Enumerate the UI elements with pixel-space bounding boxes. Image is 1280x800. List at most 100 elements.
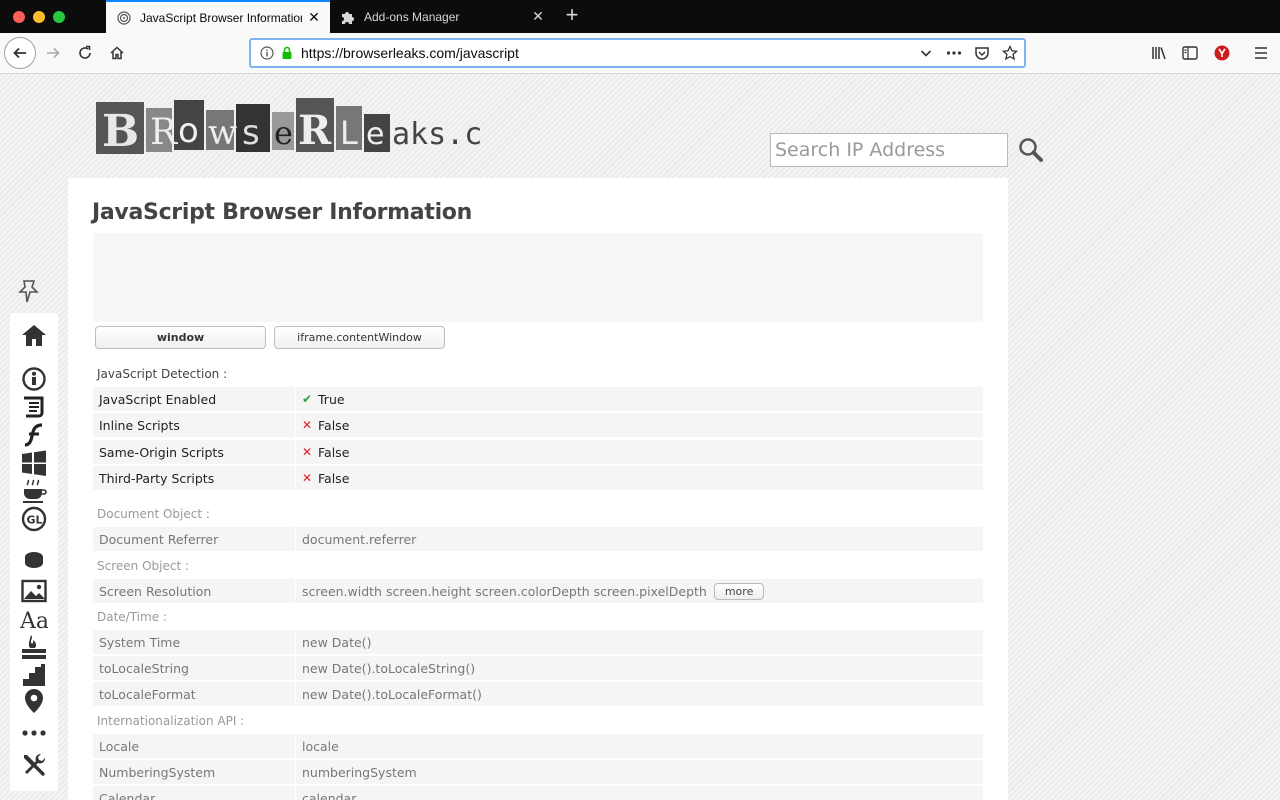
extension-button[interactable] <box>1207 38 1237 68</box>
ip-search-box <box>770 133 1043 167</box>
menu-button[interactable] <box>1246 38 1276 68</box>
row-value-text: False <box>318 444 350 460</box>
row-value-text: False <box>318 417 350 433</box>
cross-icon: ✕ <box>302 445 313 459</box>
row-value: numberingSystem <box>302 764 417 780</box>
svg-text:GL: GL <box>27 514 43 527</box>
section-javascript-detection: JavaScript Detection : <box>97 367 228 381</box>
table-row: toLocaleString new Date().toLocaleString… <box>93 656 983 680</box>
browserleaks-logo[interactable]: B R o w s e R L e aks.com <box>96 96 482 158</box>
row-value-text: screen.width screen.height screen.colorD… <box>302 583 707 599</box>
forward-button[interactable] <box>38 38 68 68</box>
row-key: Locale <box>93 734 296 758</box>
staircase-icon[interactable] <box>20 661 48 689</box>
svg-text:L: L <box>340 114 358 152</box>
svg-text:w: w <box>208 113 237 153</box>
webgl-icon[interactable]: GL <box>20 505 48 533</box>
java-cup-icon[interactable] <box>20 477 48 505</box>
window-close-button[interactable] <box>13 11 25 23</box>
row-key: JavaScript Enabled <box>93 387 296 411</box>
canvas-icon[interactable] <box>20 549 48 577</box>
main-content: JavaScript Browser Information window if… <box>68 178 1008 800</box>
font-icon[interactable]: Aa <box>20 605 48 633</box>
row-key: toLocaleString <box>93 656 296 680</box>
row-value: locale <box>302 738 339 754</box>
extension-y-icon <box>1214 45 1230 61</box>
row-key: Screen Resolution <box>93 579 296 603</box>
svg-text:aks.com: aks.com <box>392 117 482 152</box>
table-row: Third-Party Scripts ✕ False <box>93 466 983 490</box>
script-scroll-icon[interactable] <box>20 393 48 421</box>
sidebar-icon <box>1182 46 1198 60</box>
info-icon[interactable] <box>257 43 277 63</box>
url-text[interactable]: https://browserleaks.com/javascript <box>301 45 912 61</box>
search-icon[interactable] <box>1018 134 1044 166</box>
row-key: Same-Origin Scripts <box>93 440 296 464</box>
row-value: new Date().toLocaleFormat() <box>302 686 482 702</box>
back-button[interactable] <box>4 37 36 69</box>
row-value: ✕ False <box>296 413 349 437</box>
window-zoom-button[interactable] <box>53 11 65 23</box>
row-value: ✕ False <box>296 466 349 490</box>
reload-button[interactable] <box>70 38 100 68</box>
pin-icon[interactable] <box>16 277 44 305</box>
row-key: Calendar <box>93 786 296 800</box>
tab-strip: JavaScript Browser Information ✕ Add-ons… <box>0 0 1280 33</box>
row-value: ✔ True <box>296 387 345 411</box>
reload-icon <box>79 45 91 59</box>
new-tab-button[interactable]: + <box>560 4 584 28</box>
row-key: System Time <box>93 630 296 654</box>
svg-text:B: B <box>102 106 139 157</box>
tab-close-icon[interactable]: ✕ <box>302 10 326 26</box>
row-value: calendar <box>302 790 357 800</box>
row-value-text: True <box>318 391 345 407</box>
firewall-icon[interactable] <box>20 633 48 661</box>
tools-icon[interactable] <box>20 751 48 779</box>
windows-icon[interactable] <box>20 449 48 477</box>
location-pin-icon[interactable] <box>20 687 48 715</box>
flash-icon[interactable] <box>20 421 48 449</box>
ip-search-input[interactable] <box>771 134 1018 166</box>
row-value: ✕ False <box>296 440 349 464</box>
table-row: Inline Scripts ✕ False <box>93 413 983 437</box>
tab-close-icon[interactable]: ✕ <box>526 9 550 25</box>
tab-javascript-info[interactable]: JavaScript Browser Information ✕ <box>106 0 330 33</box>
home-icon <box>110 46 124 60</box>
info-circle-icon[interactable] <box>20 365 48 393</box>
svg-text:Aa: Aa <box>20 609 48 631</box>
tab-window[interactable]: window <box>95 326 266 349</box>
home-icon[interactable] <box>20 321 48 349</box>
hamburger-icon <box>1255 47 1267 59</box>
svg-text:e: e <box>274 114 293 152</box>
tab-title: Add-ons Manager <box>364 9 460 24</box>
row-key: Third-Party Scripts <box>93 466 296 490</box>
chevron-down-icon[interactable] <box>912 41 940 65</box>
sidebar-toggle-button[interactable] <box>1175 38 1205 68</box>
pocket-icon[interactable] <box>968 41 996 65</box>
row-key: toLocaleFormat <box>93 682 296 706</box>
cross-icon: ✕ <box>302 471 313 485</box>
section-screen-object: Screen Object : <box>97 559 190 573</box>
window-minimize-button[interactable] <box>33 11 45 23</box>
row-value: document.referrer <box>302 531 417 547</box>
more-button[interactable]: more <box>713 582 765 600</box>
table-row: Calendar calendar <box>93 786 983 800</box>
tools-sidebar: GL Aa <box>10 313 58 791</box>
tab-iframe-content-window[interactable]: iframe.contentWindow <box>274 326 445 349</box>
library-button[interactable] <box>1144 38 1174 68</box>
table-row: Same-Origin Scripts ✕ False <box>93 440 983 464</box>
bookmark-star-icon[interactable] <box>996 41 1024 65</box>
nav-bar: https://browserleaks.com/javascript <box>0 33 1280 74</box>
lock-icon[interactable] <box>277 43 297 63</box>
tab-addons-manager[interactable]: Add-ons Manager ✕ <box>330 0 554 33</box>
image-icon[interactable] <box>20 577 48 605</box>
home-button[interactable] <box>102 38 132 68</box>
table-row: Screen Resolution screen.width screen.he… <box>93 579 983 603</box>
url-bar[interactable]: https://browserleaks.com/javascript <box>249 38 1026 68</box>
checkmark-icon: ✔ <box>302 392 313 406</box>
section-internationalization-api: Internationalization API : <box>97 714 245 728</box>
more-dots-icon[interactable] <box>20 719 48 747</box>
more-actions-icon[interactable] <box>940 41 968 65</box>
section-date-time: Date/Time : <box>97 610 167 624</box>
row-value-text: False <box>318 470 350 486</box>
